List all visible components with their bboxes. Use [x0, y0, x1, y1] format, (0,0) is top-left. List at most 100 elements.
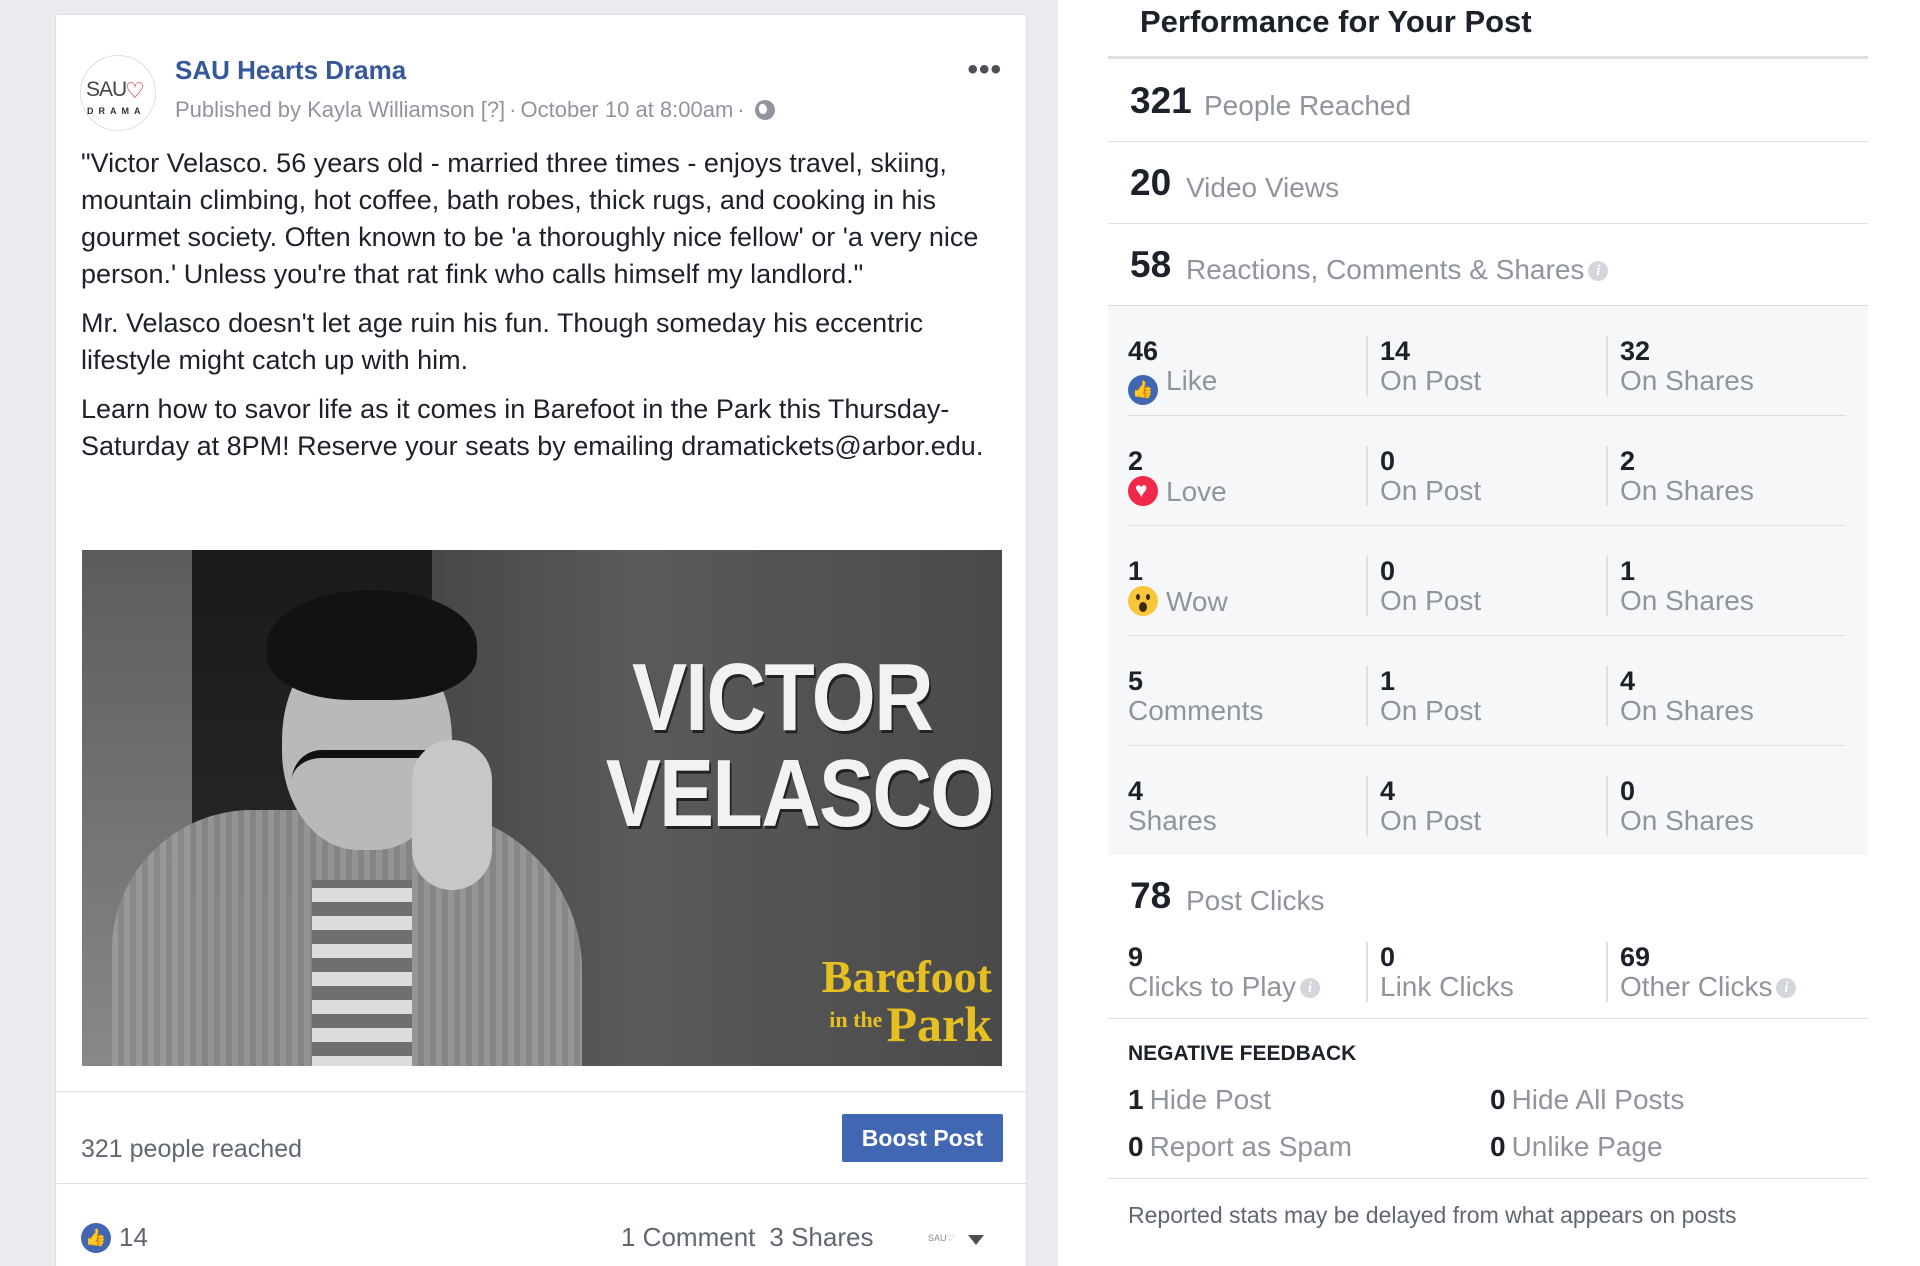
reaction-total: 2 — [1128, 446, 1144, 476]
people-reached-value: 321 — [1130, 80, 1192, 121]
on-shares-value: 1 — [1620, 556, 1636, 586]
performance-panel: Performance for Your Post 321 People Rea… — [1058, 0, 1920, 1266]
image-figure-beret — [267, 590, 477, 700]
reactions-breakdown: 46 👍Like 14 On Post 32 On Shares 2 Love … — [1108, 306, 1868, 855]
image-play-title-park: Park — [886, 996, 992, 1052]
on-post-label: On Post — [1380, 695, 1482, 726]
report-spam-stat: 0 Report as Spam — [1128, 1131, 1352, 1163]
on-shares-label: On Shares — [1620, 475, 1754, 506]
actor-avatar[interactable]: SAU♡ — [928, 1229, 958, 1247]
more-options-icon[interactable]: ••• — [967, 53, 1002, 87]
image-title-line1: VICTOR — [631, 644, 934, 751]
reactions-total-label-wrap: Reactions, Comments & Shares i — [1186, 254, 1609, 286]
clicks-to-play-label-wrap: Clicks to Play i — [1128, 972, 1368, 1002]
divider — [1108, 1018, 1868, 1019]
hide-all-posts-stat: 0 Hide All Posts — [1490, 1084, 1684, 1116]
on-shares-cell: 0 On Shares — [1606, 776, 1836, 836]
on-post-label: On Post — [1380, 365, 1482, 396]
post-header: SAU ♡ DRAMA SAU Hearts Drama Published b… — [80, 41, 1002, 131]
info-icon[interactable]: i — [1300, 978, 1321, 998]
on-shares-label: On Shares — [1620, 365, 1754, 396]
on-post-cell: 4 On Post — [1366, 776, 1596, 836]
on-post-cell: 0 On Post — [1366, 556, 1596, 616]
on-post-cell: 1 On Post — [1366, 666, 1596, 726]
post-paragraph: Learn how to savor life as it comes in B… — [81, 394, 984, 461]
people-reached-row: 321 People Reached — [1108, 60, 1868, 142]
reaction-row-love: 2 Love 0 On Post 2 On Shares — [1128, 416, 1846, 526]
globe-icon[interactable] — [754, 100, 775, 120]
on-post-value: 14 — [1380, 336, 1411, 366]
on-shares-value: 4 — [1620, 666, 1636, 696]
on-shares-label: On Shares — [1620, 805, 1754, 836]
heart-icon: ♡ — [125, 78, 145, 103]
post-text: "Victor Velasco. 56 years old - married … — [81, 145, 1011, 477]
shares-link[interactable]: 3 Shares — [769, 1222, 873, 1252]
unlike-page-stat: 0 Unlike Page — [1490, 1131, 1663, 1163]
people-reached-label: People Reached — [1204, 90, 1412, 121]
image-play-title-top: Barefoot — [821, 951, 992, 1002]
love-icon — [1128, 476, 1158, 506]
avatar-sau-text: SAU — [86, 78, 127, 101]
on-post-value: 0 — [1380, 446, 1396, 476]
reaction-total: 4 — [1128, 776, 1144, 806]
reaction-total-cell: 46 👍 Like — [1128, 336, 1368, 405]
video-views-value: 20 — [1130, 162, 1172, 203]
other-clicks-cell: 69 Other Clicks i — [1606, 942, 1836, 1002]
on-shares-cell: 2 On Shares — [1606, 446, 1836, 506]
on-shares-value: 2 — [1620, 446, 1636, 476]
people-reached-link[interactable]: 321 people reached — [81, 1135, 302, 1164]
boost-post-button[interactable]: Boost Post — [842, 1114, 1003, 1162]
on-shares-value: 0 — [1620, 776, 1636, 806]
post-clicks-row: 78 Post Clicks — [1108, 855, 1868, 937]
clicks-to-play-label: Clicks to Play — [1128, 971, 1297, 1002]
on-post-value: 1 — [1380, 666, 1396, 696]
hide-post-value: 1 — [1128, 1084, 1144, 1115]
other-clicks-label-wrap: Other Clicks i — [1620, 972, 1836, 1002]
info-icon[interactable]: i — [1776, 978, 1797, 998]
info-icon[interactable]: i — [1588, 261, 1609, 281]
wow-icon — [1128, 586, 1158, 616]
video-views-row: 20 Video Views — [1108, 142, 1868, 224]
on-post-label: On Post — [1380, 585, 1482, 616]
post-video-thumbnail[interactable]: VICTOR VELASCO Barefoot in thePark — [82, 550, 1002, 1066]
on-shares-label: On Shares — [1620, 695, 1754, 726]
chevron-down-icon[interactable] — [968, 1235, 984, 1245]
page-name-link[interactable]: SAU Hearts Drama — [175, 55, 406, 86]
image-play-title-small: in the — [829, 1007, 883, 1032]
help-marker[interactable]: [?] — [481, 97, 505, 122]
divider — [56, 1091, 1026, 1092]
reactions-total-row: 58 Reactions, Comments & Shares i — [1108, 224, 1868, 306]
unlike-page-label: Unlike Page — [1511, 1131, 1663, 1162]
reaction-label: Love — [1166, 476, 1227, 507]
post-clicks-value: 78 — [1130, 875, 1172, 916]
clicks-to-play-cell: 9 Clicks to Play i — [1128, 942, 1368, 1002]
reaction-row-like: 46 👍 Like 14 On Post 32 On Shares — [1128, 306, 1846, 416]
comment-share-counts: 1 Comment 3 Shares — [621, 1222, 873, 1253]
like-icon: 👍 — [81, 1223, 111, 1253]
hide-all-posts-value: 0 — [1490, 1084, 1506, 1115]
comments-link[interactable]: 1 Comment — [621, 1222, 755, 1252]
link-clicks-cell: 0 Link Clicks — [1366, 942, 1596, 1002]
other-clicks-value: 69 — [1620, 942, 1651, 972]
reaction-total: 5 — [1128, 666, 1144, 696]
reaction-total: 46 — [1128, 336, 1159, 366]
published-by[interactable]: Published by Kayla Williamson — [175, 97, 475, 122]
like-count[interactable]: 14 — [119, 1222, 148, 1253]
hide-all-posts-label: Hide All Posts — [1511, 1084, 1685, 1115]
avatar-drama-text: DRAMA — [87, 106, 146, 116]
reactions-total-value: 58 — [1130, 244, 1172, 285]
clicks-to-play-value: 9 — [1128, 942, 1144, 972]
reaction-label-wrap: 👍 Like — [1128, 366, 1368, 405]
post-paragraph: Mr. Velasco doesn't let age ruin his fun… — [81, 308, 924, 375]
on-shares-label: On Shares — [1620, 585, 1754, 616]
post-date-link[interactable]: October 10 at 8:00am — [521, 97, 734, 122]
on-post-cell: 0 On Post — [1366, 446, 1596, 506]
page-avatar[interactable]: SAU ♡ DRAMA — [80, 55, 156, 131]
reaction-label-wrap: Wow — [1128, 586, 1368, 617]
on-post-label: On Post — [1380, 805, 1482, 836]
on-shares-cell: 4 On Shares — [1606, 666, 1836, 726]
on-shares-cell: 1 On Shares — [1606, 556, 1836, 616]
on-post-value: 4 — [1380, 776, 1396, 806]
divider — [1108, 1178, 1868, 1179]
on-shares-value: 32 — [1620, 336, 1651, 366]
